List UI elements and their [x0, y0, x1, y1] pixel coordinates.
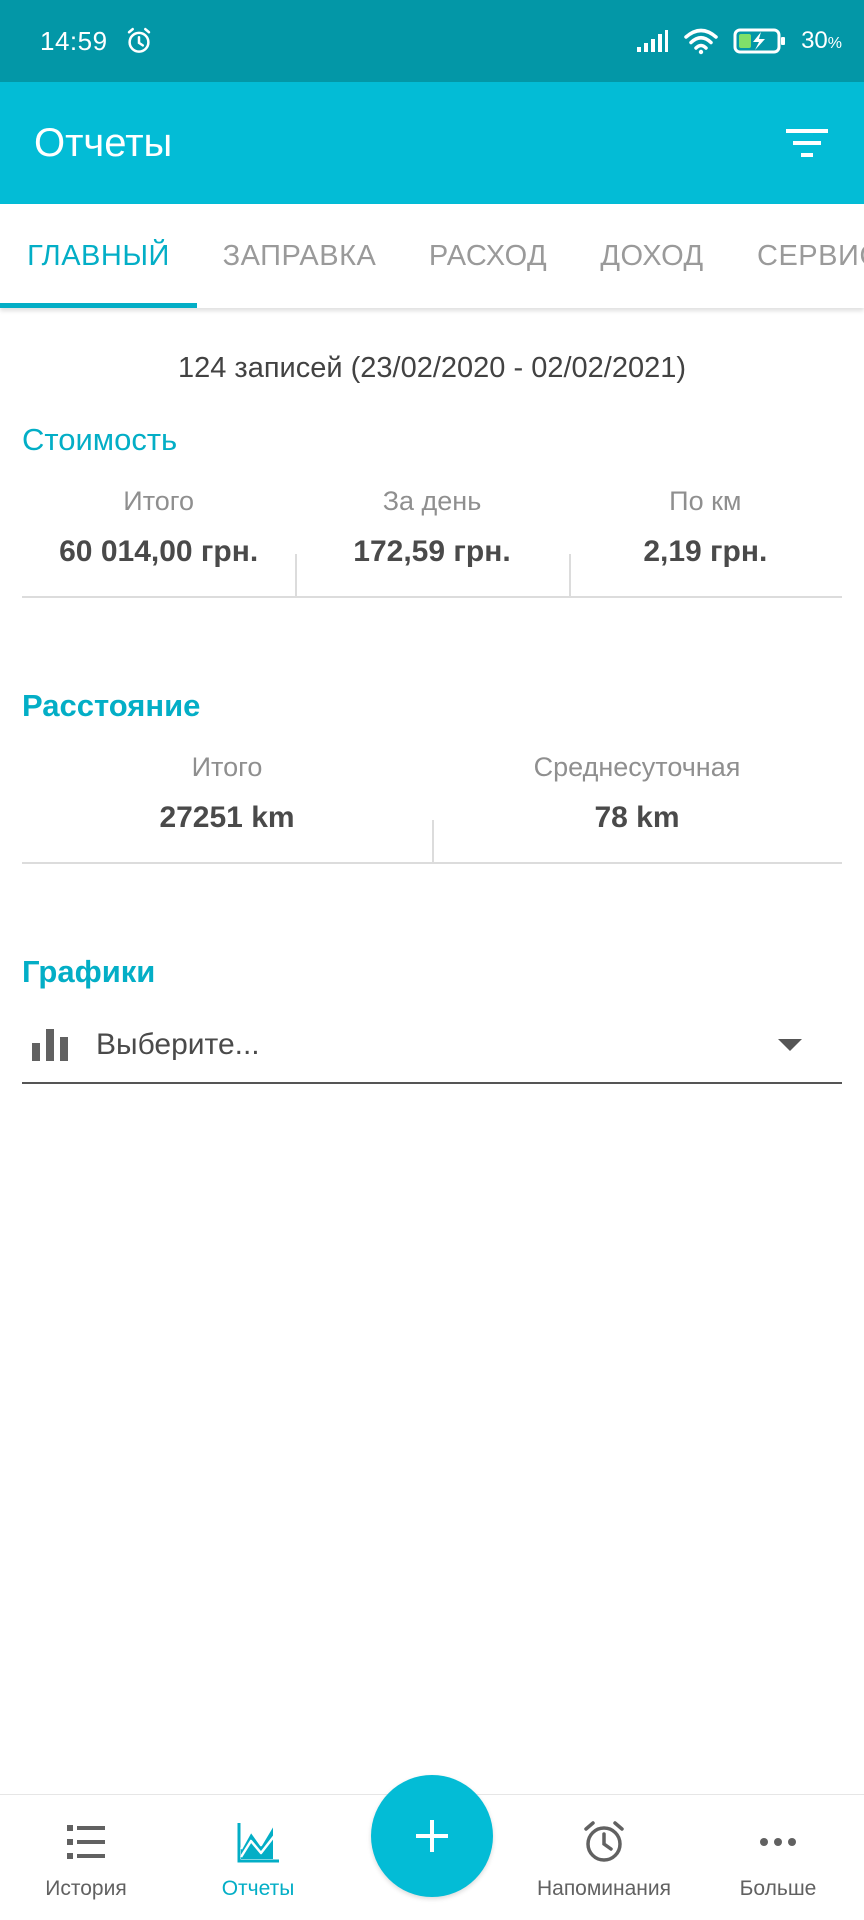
distance-total: Итого 27251 km — [159, 752, 295, 834]
filter-icon[interactable] — [784, 125, 830, 161]
nav-reminders[interactable]: Напоминания — [518, 1795, 690, 1920]
nav-reports[interactable]: Отчеты — [172, 1795, 344, 1920]
cost-per-km: По км 2,19 грн. — [568, 474, 842, 596]
records-summary: 124 записей (23/02/2020 - 02/02/2021) — [177, 352, 687, 384]
plus-icon — [416, 1820, 448, 1852]
page-title: Отчеты — [34, 120, 173, 165]
chevron-down-icon — [778, 1039, 802, 1051]
nav-history[interactable]: История — [0, 1795, 172, 1920]
tab-bar: ГЛАВНЫЙ ЗАПРАВКА РАСХОД ДОХОД СЕРВИС — [0, 204, 864, 308]
alarm-clock-icon — [584, 1821, 624, 1862]
bar-chart-icon — [32, 1029, 68, 1061]
more-dots-icon — [760, 1838, 796, 1846]
tab-indicator — [0, 303, 197, 308]
signal-icon — [637, 30, 669, 52]
tab-refuel[interactable]: ЗАПРАВКА — [197, 204, 402, 308]
list-icon — [67, 1825, 105, 1859]
tab-main[interactable]: ГЛАВНЫЙ — [0, 204, 197, 308]
charts-section-title: Графики — [22, 954, 156, 989]
battery-percent: 30% — [801, 27, 842, 54]
distance-stats: Итого 27251 km Среднесуточная 78 km — [22, 740, 842, 864]
distance-section-title: Расстояние — [22, 688, 201, 723]
tab-income[interactable]: ДОХОД — [574, 204, 730, 308]
battery-icon — [733, 28, 786, 54]
wifi-icon — [684, 28, 718, 55]
status-icons: 30% — [635, 27, 842, 55]
chart-type-select[interactable]: Выберите... — [22, 1008, 842, 1084]
alarm-icon — [127, 27, 150, 53]
add-entry-button[interactable] — [371, 1775, 493, 1897]
app-bar: Отчеты — [0, 82, 864, 204]
chart-line-icon — [237, 1823, 279, 1863]
chart-select-value: Выберите... — [96, 1028, 260, 1061]
nav-more[interactable]: Больше — [692, 1795, 864, 1920]
distance-daily-average: Среднесуточная 78 km — [432, 740, 842, 862]
cost-section-title: Стоимость — [22, 422, 178, 457]
cost-stats: Итого 60 014,00 грн. За день 172,59 грн.… — [22, 474, 842, 598]
tab-expense[interactable]: РАСХОД — [402, 204, 574, 308]
tab-service[interactable]: СЕРВИС — [730, 204, 864, 308]
cost-total: Итого 60 014,00 грн. — [59, 486, 259, 568]
cost-per-day: За день 172,59 грн. — [295, 474, 568, 596]
status-time: 14:59 — [40, 25, 108, 56]
status-bar: 14:59 30% — [0, 0, 864, 82]
